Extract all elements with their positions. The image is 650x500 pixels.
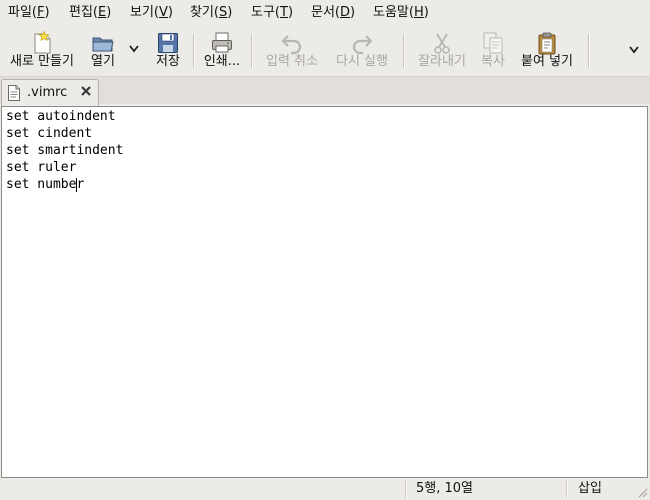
code-line[interactable]: set smartindent bbox=[6, 142, 123, 159]
save-button-label: 저장 bbox=[156, 54, 180, 69]
open-recent-dropdown-chevron-icon[interactable] bbox=[128, 44, 140, 54]
open-button[interactable]: 열기 bbox=[84, 26, 122, 76]
copy-button-label: 복사 bbox=[481, 54, 505, 69]
code-line[interactable]: set autoindent bbox=[6, 108, 116, 125]
status-separator bbox=[405, 480, 406, 498]
menu-view[interactable]: 보기(V) bbox=[130, 4, 173, 22]
code-line[interactable]: set number bbox=[6, 176, 84, 193]
copy-button[interactable]: 복사 bbox=[474, 26, 512, 76]
toolbar-separator bbox=[251, 34, 252, 68]
menu-search-label: 찾기 bbox=[190, 5, 214, 20]
menu-tools[interactable]: 도구(T) bbox=[251, 4, 293, 22]
undo-button-label: 입력 취소 bbox=[266, 54, 318, 69]
toolbar-separator bbox=[193, 34, 194, 68]
toolbar: 새로 만들기 열기 저장 인쇄... 입력 취소 다시 실행 잘라내기 복사 붙… bbox=[0, 26, 650, 77]
menu-edit-mnemonic: E bbox=[98, 5, 107, 20]
code-line[interactable]: set cindent bbox=[6, 125, 92, 142]
undo-button[interactable]: 입력 취소 bbox=[259, 26, 325, 76]
new-button-label: 새로 만들기 bbox=[10, 54, 74, 69]
print-button[interactable]: 인쇄... bbox=[200, 26, 244, 76]
paste-button[interactable]: 붙여 넣기 bbox=[514, 26, 580, 76]
tab-vimrc[interactable]: .vimrc bbox=[1, 79, 99, 106]
new-document-icon bbox=[34, 31, 51, 54]
menu-search-mnemonic: S bbox=[219, 5, 228, 20]
redo-arrow-icon bbox=[352, 35, 373, 55]
text-editor[interactable]: set autoindent set cindent set smartinde… bbox=[1, 106, 648, 478]
print-button-label: 인쇄... bbox=[203, 54, 241, 69]
document-tab-bar: .vimrc bbox=[0, 77, 650, 106]
menu-file-mnemonic: F bbox=[37, 5, 45, 20]
menu-documents-mnemonic: D bbox=[340, 5, 351, 20]
open-button-label: 열기 bbox=[91, 54, 115, 69]
new-button[interactable]: 새로 만들기 bbox=[2, 26, 82, 76]
save-floppy-icon bbox=[158, 33, 178, 53]
resize-grip-icon[interactable] bbox=[636, 486, 648, 498]
code-line[interactable]: set ruler bbox=[6, 159, 76, 176]
cut-button-label: 잘라내기 bbox=[418, 54, 466, 69]
toolbar-separator bbox=[403, 34, 404, 68]
status-separator bbox=[566, 480, 567, 498]
menu-documents-label: 문서 bbox=[311, 5, 335, 20]
toolbar-separator bbox=[588, 34, 589, 68]
redo-button-label: 다시 실행 bbox=[336, 54, 388, 69]
menu-edit-label: 편집 bbox=[69, 5, 93, 20]
statusbar: 5행, 10열 삽입 bbox=[0, 478, 650, 500]
menu-help[interactable]: 도움말(H) bbox=[373, 4, 429, 22]
insert-mode-status: 삽입 bbox=[578, 481, 602, 496]
menubar: 파일(F) 편집(E) 보기(V) 찾기(S) 도구(T) 문서(D) 도움말(… bbox=[0, 0, 650, 26]
menu-edit[interactable]: 편집(E) bbox=[69, 4, 111, 22]
redo-button[interactable]: 다시 실행 bbox=[329, 26, 395, 76]
menu-tools-label: 도구 bbox=[251, 5, 275, 20]
menu-view-mnemonic: V bbox=[159, 5, 168, 20]
text-cursor bbox=[76, 178, 78, 192]
save-button[interactable]: 저장 bbox=[150, 26, 186, 76]
menu-file-label: 파일 bbox=[8, 5, 32, 20]
menu-help-mnemonic: H bbox=[413, 5, 424, 20]
copy-documents-icon bbox=[483, 32, 503, 54]
printer-icon bbox=[212, 32, 232, 53]
undo-arrow-icon bbox=[281, 35, 302, 55]
close-tab-icon[interactable] bbox=[80, 85, 92, 97]
paste-button-label: 붙여 넣기 bbox=[521, 54, 573, 69]
menu-tools-mnemonic: T bbox=[280, 5, 288, 20]
tab-title: .vimrc bbox=[27, 85, 68, 100]
menu-search[interactable]: 찾기(S) bbox=[190, 4, 232, 22]
menu-documents[interactable]: 문서(D) bbox=[311, 4, 355, 22]
open-folder-icon bbox=[92, 37, 114, 52]
menu-file[interactable]: 파일(F) bbox=[8, 4, 50, 22]
menu-help-label: 도움말 bbox=[373, 5, 409, 20]
cut-button[interactable]: 잘라내기 bbox=[412, 26, 472, 76]
toolbar-overflow-chevron-icon[interactable] bbox=[628, 45, 640, 55]
text-document-icon bbox=[8, 85, 20, 101]
paste-clipboard-icon bbox=[538, 32, 556, 55]
scissors-icon bbox=[434, 33, 450, 54]
menu-view-label: 보기 bbox=[130, 5, 154, 20]
cursor-position-status: 5행, 10열 bbox=[416, 481, 473, 496]
